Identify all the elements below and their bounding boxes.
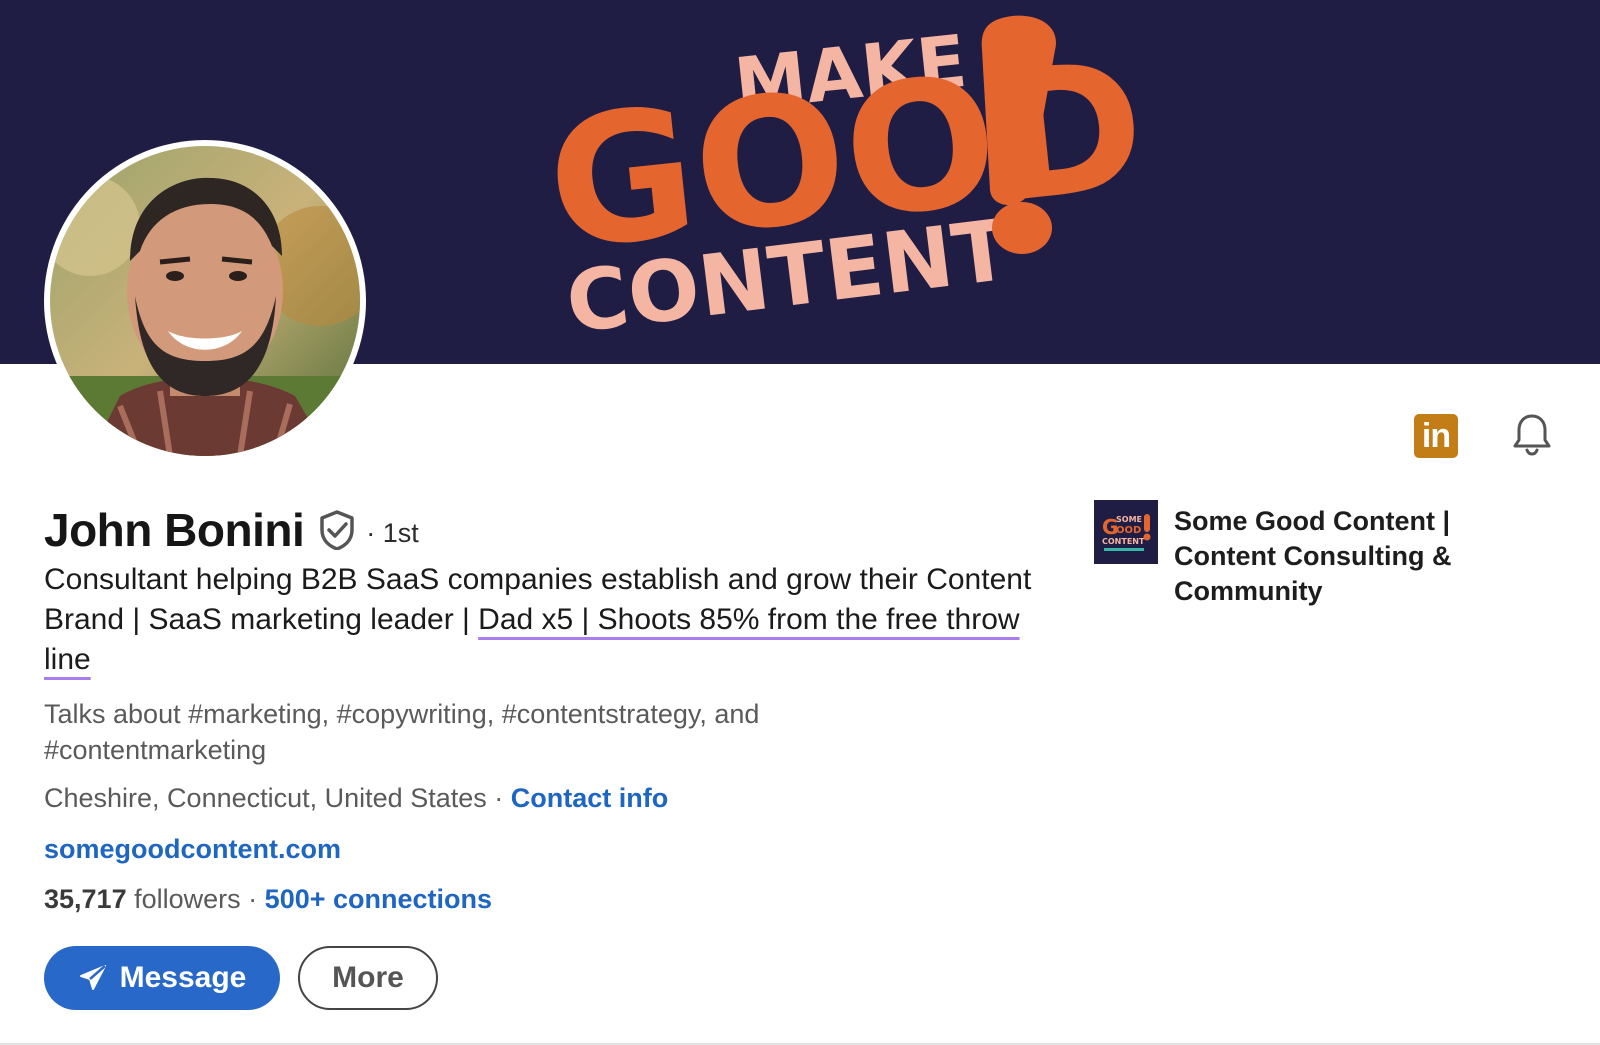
message-label: Message xyxy=(119,961,247,994)
avatar-illustration xyxy=(50,146,360,456)
message-button[interactable]: Message xyxy=(44,946,280,1010)
talks-about: Talks about #marketing, #copywriting, #c… xyxy=(44,699,760,765)
company-name: Some Good Content | Content Consulting &… xyxy=(1174,506,1452,606)
profile-headline: Consultant helping B2B SaaS companies es… xyxy=(44,560,1034,680)
shield-check-icon[interactable] xyxy=(318,509,356,555)
location-row: Cheshire, Connecticut, United States · C… xyxy=(44,783,668,814)
svg-text:OOD: OOD xyxy=(1116,525,1141,536)
current-company[interactable]: G SOME OOD CONTENT Some Good Content | C… xyxy=(1094,500,1494,609)
svg-text:SOME: SOME xyxy=(1116,515,1142,524)
send-icon xyxy=(79,965,106,990)
bell-icon-graphic xyxy=(1513,414,1551,456)
stats-separator: · xyxy=(248,884,265,914)
stats-row: 35,717 followers · 500+ connections xyxy=(44,884,492,915)
connections-link[interactable]: 500+ connections xyxy=(265,884,492,914)
bell-icon[interactable] xyxy=(1510,412,1554,461)
website-link[interactable]: somegoodcontent.com xyxy=(44,834,341,865)
connection-degree: · 1st xyxy=(366,517,419,548)
more-button[interactable]: More xyxy=(298,946,438,1010)
linkedin-icon[interactable]: in xyxy=(1414,414,1458,458)
location-separator: · xyxy=(486,783,511,813)
svg-text:CONTENT: CONTENT xyxy=(1102,537,1145,546)
followers-count: 35,717 xyxy=(44,884,127,914)
contact-info-link[interactable]: Contact info xyxy=(511,783,668,813)
location-text: Cheshire, Connecticut, United States xyxy=(44,783,487,813)
name-row: John Bonini · 1st xyxy=(44,503,419,557)
profile-photo[interactable] xyxy=(44,140,366,462)
verified-badge-graphic xyxy=(320,509,354,551)
profile-name: John Bonini xyxy=(44,504,305,556)
followers-label: followers xyxy=(134,884,241,914)
company-logo-graphic: G SOME OOD CONTENT xyxy=(1094,500,1158,564)
company-logo-icon: G SOME OOD CONTENT xyxy=(1094,500,1158,564)
